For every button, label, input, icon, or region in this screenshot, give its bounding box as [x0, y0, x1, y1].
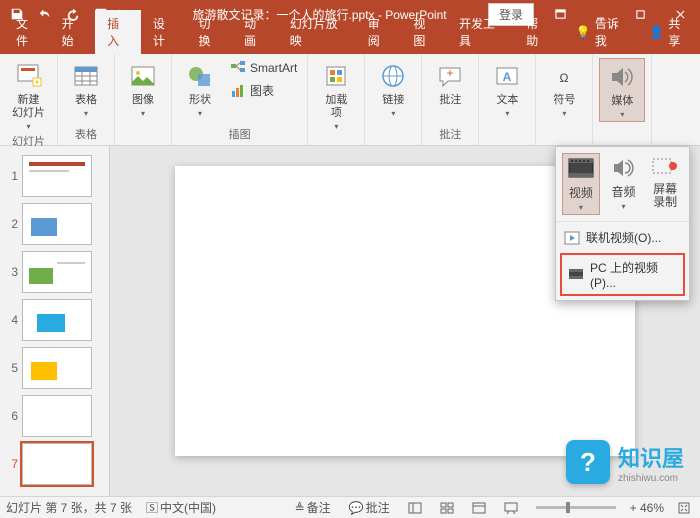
media-dropdown-popup: 视频▾ 音频▾ 屏幕 录制 联机视频(O)... PC 上的: [555, 146, 690, 301]
comments-button[interactable]: 💬批注: [345, 499, 394, 516]
ribbon-group-media: 媒体 ▾: [593, 54, 652, 145]
pc-video-icon: [568, 267, 584, 283]
screen-recording-button[interactable]: 屏幕 录制: [647, 153, 683, 215]
ribbon-group-addins: 加载 项 ▾: [308, 54, 365, 145]
slide-counter[interactable]: 幻灯片 第 7 张，共 7 张: [6, 499, 132, 516]
language-indicator[interactable]: 🅂中文(中国): [142, 499, 220, 516]
symbol-icon: Ω: [548, 60, 580, 92]
watermark-text: 知识屋: [618, 441, 684, 473]
text-button[interactable]: A 文本 ▾: [485, 58, 529, 120]
shapes-icon: [184, 60, 216, 92]
tab-transitions[interactable]: 切换: [187, 10, 233, 54]
shapes-button[interactable]: 形状 ▾: [178, 58, 222, 120]
online-video-item[interactable]: 联机视频(O)...: [556, 224, 689, 251]
ribbon-group-links: 链接 ▾: [365, 54, 422, 145]
notes-button[interactable]: ≜备注: [291, 499, 335, 516]
notes-icon: ≜: [295, 501, 305, 515]
ribbon: 新建 幻灯片 ▾ 幻灯片 表格 ▾ 表格 图像 ▾: [0, 54, 700, 146]
thumbnail-6[interactable]: 6: [0, 392, 109, 440]
zoom-level[interactable]: + 46%: [630, 501, 664, 515]
ribbon-group-comments: + 批注 批注: [422, 54, 479, 145]
ribbon-group-images: 图像 ▾: [115, 54, 172, 145]
link-icon: [377, 60, 409, 92]
comments-icon: 💬: [349, 501, 364, 515]
table-button[interactable]: 表格 ▾: [64, 58, 108, 120]
tab-home[interactable]: 开始: [50, 10, 96, 54]
thumbnail-3[interactable]: 3: [0, 248, 109, 296]
pc-video-item[interactable]: PC 上的视频(P)...: [560, 253, 685, 296]
tab-help[interactable]: 帮助: [514, 10, 560, 54]
video-icon: [566, 156, 596, 182]
table-icon: [70, 60, 102, 92]
thumbnail-4[interactable]: 4: [0, 296, 109, 344]
language-icon: 🅂: [146, 499, 158, 516]
video-button[interactable]: 视频▾: [562, 153, 600, 215]
chart-button[interactable]: 图表: [226, 80, 301, 101]
textbox-icon: A: [491, 60, 523, 92]
share-button[interactable]: 👤共享: [637, 10, 700, 54]
tab-insert[interactable]: 插入: [95, 10, 141, 54]
screen-rec-icon: [650, 155, 680, 181]
tab-design[interactable]: 设计: [141, 10, 187, 54]
tab-animations[interactable]: 动画: [232, 10, 278, 54]
audio-icon: [609, 155, 639, 181]
tab-file[interactable]: 文件: [4, 10, 50, 54]
new-slide-icon: [13, 60, 45, 92]
comment-icon: +: [434, 60, 466, 92]
svg-text:+: +: [447, 66, 454, 80]
tab-developer[interactable]: 开发工具: [447, 10, 514, 54]
audio-button[interactable]: 音频▾: [606, 153, 642, 215]
ribbon-group-tables: 表格 ▾ 表格: [58, 54, 115, 145]
slide-thumbnails-panel[interactable]: 1 2 3 4 5 6 7: [0, 146, 110, 496]
addins-button[interactable]: 加载 项 ▾: [314, 58, 358, 133]
bulb-icon: 💡: [576, 25, 591, 39]
svg-text:Ω: Ω: [560, 71, 569, 85]
images-button[interactable]: 图像 ▾: [121, 58, 165, 120]
links-button[interactable]: 链接 ▾: [371, 58, 415, 120]
watermark: ? 知识屋 zhishiwu.com: [566, 440, 684, 484]
picture-icon: [127, 60, 159, 92]
watermark-url: zhishiwu.com: [618, 473, 684, 484]
ribbon-group-symbols: Ω 符号 ▾: [536, 54, 593, 145]
media-button[interactable]: 媒体 ▾: [599, 58, 645, 122]
ribbon-group-text: A 文本 ▾: [479, 54, 536, 145]
zoom-slider[interactable]: [536, 506, 616, 509]
share-icon: 👤: [649, 25, 664, 39]
thumbnail-5[interactable]: 5: [0, 344, 109, 392]
normal-view-button[interactable]: [404, 502, 426, 514]
tab-slideshow[interactable]: 幻灯片放映: [278, 10, 356, 54]
online-video-icon: [564, 230, 580, 246]
thumbnail-2[interactable]: 2: [0, 200, 109, 248]
tab-tellme[interactable]: 💡告诉我: [564, 10, 637, 54]
comment-button[interactable]: + 批注: [428, 58, 472, 109]
smartart-icon: [230, 60, 246, 76]
ribbon-tabs: 文件 开始 插入 设计 切换 动画 幻灯片放映 审阅 视图 开发工具 帮助 💡告…: [0, 28, 700, 54]
ribbon-group-slides: 新建 幻灯片 ▾ 幻灯片: [0, 54, 58, 145]
status-bar: 幻灯片 第 7 张，共 7 张 🅂中文(中国) ≜备注 💬批注 + 46%: [0, 496, 700, 518]
tab-review[interactable]: 审阅: [356, 10, 402, 54]
new-slide-button[interactable]: 新建 幻灯片 ▾: [6, 58, 51, 133]
speaker-icon: [606, 61, 638, 93]
thumbnail-7[interactable]: 7: [0, 440, 109, 488]
smartart-button[interactable]: SmartArt: [226, 58, 301, 78]
addins-icon: [320, 60, 352, 92]
chart-icon: [230, 83, 246, 99]
fit-to-window-button[interactable]: [674, 502, 694, 514]
symbols-button[interactable]: Ω 符号 ▾: [542, 58, 586, 120]
slideshow-view-button[interactable]: [500, 502, 522, 514]
sorter-view-button[interactable]: [436, 502, 458, 514]
watermark-icon: ?: [566, 440, 610, 484]
reading-view-button[interactable]: [468, 502, 490, 514]
svg-text:A: A: [503, 70, 512, 84]
thumbnail-1[interactable]: 1: [0, 152, 109, 200]
ribbon-group-illustrations: 形状 ▾ SmartArt 图表 插图: [172, 54, 308, 145]
tab-view[interactable]: 视图: [401, 10, 447, 54]
